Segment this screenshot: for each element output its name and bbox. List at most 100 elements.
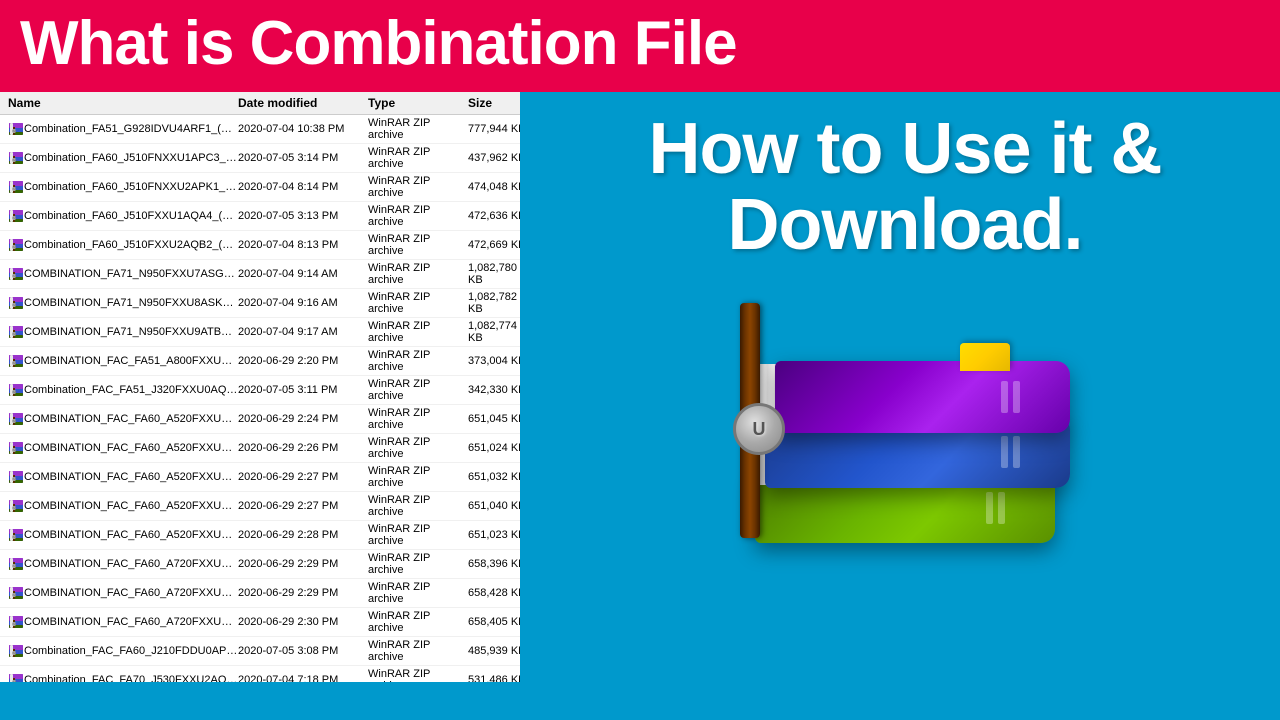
file-date: 2020-07-04 9:14 AM	[238, 268, 368, 280]
svg-text:U: U	[14, 303, 16, 307]
file-type: WinRAR ZIP archive	[368, 436, 468, 460]
file-type: WinRAR ZIP archive	[368, 465, 468, 489]
file-type: WinRAR ZIP archive	[368, 349, 468, 373]
table-row[interactable]: U Combination_FAC_FA51_J320FXXU0AQL1... …	[0, 376, 520, 405]
file-size: 651,032 KB	[468, 471, 520, 483]
table-row[interactable]: U COMBINATION_FAC_FA60_A720FXXU9ATB... 2…	[0, 608, 520, 637]
file-type: WinRAR ZIP archive	[368, 262, 468, 286]
book-stack: U	[735, 273, 1075, 543]
col-type: Type	[368, 96, 468, 110]
file-name: COMBINATION_FA71_N950FXXU8ASK1_(...	[24, 297, 238, 309]
table-row[interactable]: U Combination_FAC_FA60_J210FDDU0API1_(..…	[0, 637, 520, 666]
file-name: COMBINATION_FAC_FA51_A800FXXU1AOJ...	[24, 355, 238, 367]
file-name: Combination_FA60_J510FXXU1AQA4_(Mo...	[24, 210, 238, 222]
file-name-cell: U Combination_FA60_J510FXXU1AQA4_(Mo...	[8, 208, 238, 224]
table-row[interactable]: U COMBINATION_FA71_N950FXXU8ASK1_(... 20…	[0, 289, 520, 318]
bar6	[1013, 381, 1020, 413]
file-name-cell: U COMBINATION_FAC_FA60_A520FXXU8ASB...	[8, 498, 238, 514]
file-type: WinRAR ZIP archive	[368, 117, 468, 141]
file-type: WinRAR ZIP archive	[368, 639, 468, 663]
file-date: 2020-06-29 2:27 PM	[238, 471, 368, 483]
svg-text:U: U	[14, 622, 16, 626]
table-row[interactable]: U COMBINATION_FAC_FA60_A720FXXU7AS... 20…	[0, 550, 520, 579]
file-name-cell: U Combination_FA60_J510FNXXU2APK1_(M...	[8, 179, 238, 195]
file-date: 2020-06-29 2:20 PM	[238, 355, 368, 367]
table-row[interactable]: U Combination_FA60_J510FNXXU1APC3_(M... …	[0, 144, 520, 173]
file-size: 373,004 KB	[468, 355, 520, 367]
svg-text:U: U	[14, 216, 16, 220]
file-date: 2020-06-29 2:29 PM	[238, 587, 368, 599]
file-date: 2020-06-29 2:24 PM	[238, 413, 368, 425]
svg-text:U: U	[14, 477, 16, 481]
file-name: COMBINATION_FAC_FA60_A520FXXU5AR...	[24, 413, 238, 425]
table-row[interactable]: U COMBINATION_FA71_N950FXXU9ATB1_(... 20…	[0, 318, 520, 347]
winrar-icon: U	[715, 273, 1095, 573]
file-table-header: Name Date modified Type Size	[0, 92, 520, 115]
file-type: WinRAR ZIP archive	[368, 494, 468, 518]
svg-text:U: U	[14, 274, 16, 278]
table-row[interactable]: U COMBINATION_FAC_FA51_A800FXXU1AOJ... 2…	[0, 347, 520, 376]
bar1	[986, 492, 993, 524]
file-name-cell: U COMBINATION_FAC_FA60_A520FXXUDAT...	[8, 527, 238, 543]
file-name-cell: U COMBINATION_FAC_FA60_A520FXXU5AR...	[8, 411, 238, 427]
file-type: WinRAR ZIP archive	[368, 610, 468, 634]
table-row[interactable]: U COMBINATION_FAC_FA60_A520FXXU7ARJ... 2…	[0, 463, 520, 492]
file-name-cell: U COMBINATION_FAC_FA60_A520FXXU6AR...	[8, 440, 238, 456]
file-size: 658,428 KB	[468, 587, 520, 599]
file-name-cell: U COMBINATION_FAC_FA60_A720FXXU7AS...	[8, 556, 238, 572]
blue-bars	[1001, 436, 1020, 468]
file-name-cell: U COMBINATION_FAC_FA60_A720FXXU8ASF...	[8, 585, 238, 601]
file-date: 2020-06-29 2:26 PM	[238, 442, 368, 454]
file-size: 1,082,780 KB	[468, 262, 520, 286]
table-row[interactable]: U Combination_FA60_J510FNXXU2APK1_(M... …	[0, 173, 520, 202]
file-name: Combination_FAC_FA51_J320FXXU0AQL1...	[24, 384, 238, 396]
file-name: Combination_FAC_FA60_J210FDDU0API1_(...	[24, 645, 238, 657]
bar3	[1001, 436, 1008, 468]
svg-text:U: U	[14, 680, 16, 682]
table-row[interactable]: U COMBINATION_FAC_FA60_A520FXXUDAT... 20…	[0, 521, 520, 550]
book-purple	[775, 361, 1070, 433]
file-name-cell: U COMBINATION_FAC_FA51_A800FXXU1AOJ...	[8, 353, 238, 369]
file-name: Combination_FAC_FA70_J530FXXU2AQL1...	[24, 674, 238, 682]
table-row[interactable]: U COMBINATION_FAC_FA60_A520FXXU8ASB... 2…	[0, 492, 520, 521]
file-date: 2020-06-29 2:28 PM	[238, 529, 368, 541]
file-name: COMBINATION_FAC_FA60_A520FXXU7ARJ...	[24, 471, 238, 483]
file-date: 2020-07-05 3:08 PM	[238, 645, 368, 657]
file-size: 485,939 KB	[468, 645, 520, 657]
purple-bars	[1001, 381, 1020, 413]
file-name: Combination_FA60_J510FNXXU2APK1_(M...	[24, 181, 238, 193]
svg-text:U: U	[14, 419, 16, 423]
file-size: 651,040 KB	[468, 500, 520, 512]
file-size: 1,082,782 KB	[468, 291, 520, 315]
table-row[interactable]: U Combination_FA60_J510FXXU1AQA4_(Mo... …	[0, 202, 520, 231]
bar4	[1013, 436, 1020, 468]
file-type: WinRAR ZIP archive	[368, 233, 468, 257]
bar5	[1001, 381, 1008, 413]
file-type: WinRAR ZIP archive	[368, 523, 468, 547]
file-type: WinRAR ZIP archive	[368, 175, 468, 199]
file-date: 2020-07-04 9:16 AM	[238, 297, 368, 309]
table-row[interactable]: U Combination_FA60_J510FXXU2AQB2_(Mo... …	[0, 231, 520, 260]
file-type: WinRAR ZIP archive	[368, 320, 468, 344]
table-row[interactable]: U COMBINATION_FAC_FA60_A520FXXU5AR... 20…	[0, 405, 520, 434]
file-date: 2020-06-29 2:29 PM	[238, 558, 368, 570]
file-date: 2020-07-05 3:13 PM	[238, 210, 368, 222]
table-row[interactable]: U Combination_FAC_FA70_J530FXXU2AQL1... …	[0, 666, 520, 682]
svg-text:U: U	[14, 187, 16, 191]
file-name-cell: U Combination_FAC_FA70_J530FXXU2AQL1...	[8, 672, 238, 682]
file-name-cell: U Combination_FAC_FA60_J210FDDU0API1_(..…	[8, 643, 238, 659]
file-size: 531,486 KB	[468, 674, 520, 682]
table-row[interactable]: U COMBINATION_FAC_FA60_A520FXXU6AR... 20…	[0, 434, 520, 463]
file-size: 472,669 KB	[468, 239, 520, 251]
file-size: 342,330 KB	[468, 384, 520, 396]
table-row[interactable]: U COMBINATION_FAC_FA60_A720FXXU8ASF... 2…	[0, 579, 520, 608]
table-row[interactable]: U Combination_FA51_G928IDVU4ARF1_(Mo... …	[0, 115, 520, 144]
col-size: Size	[468, 96, 520, 110]
file-name: COMBINATION_FA71_N950FXXU9ATB1_(...	[24, 326, 238, 338]
file-size: 472,636 KB	[468, 210, 520, 222]
file-name-cell: U COMBINATION_FAC_FA60_A720FXXU9ATB...	[8, 614, 238, 630]
file-panel: Name Date modified Type Size U Combinati…	[0, 92, 520, 682]
file-name-cell: U Combination_FA60_J510FXXU2AQB2_(Mo...	[8, 237, 238, 253]
table-row[interactable]: U COMBINATION_FA71_N950FXXU7ASG1_(.. 202…	[0, 260, 520, 289]
file-size: 777,944 KB	[468, 123, 520, 135]
